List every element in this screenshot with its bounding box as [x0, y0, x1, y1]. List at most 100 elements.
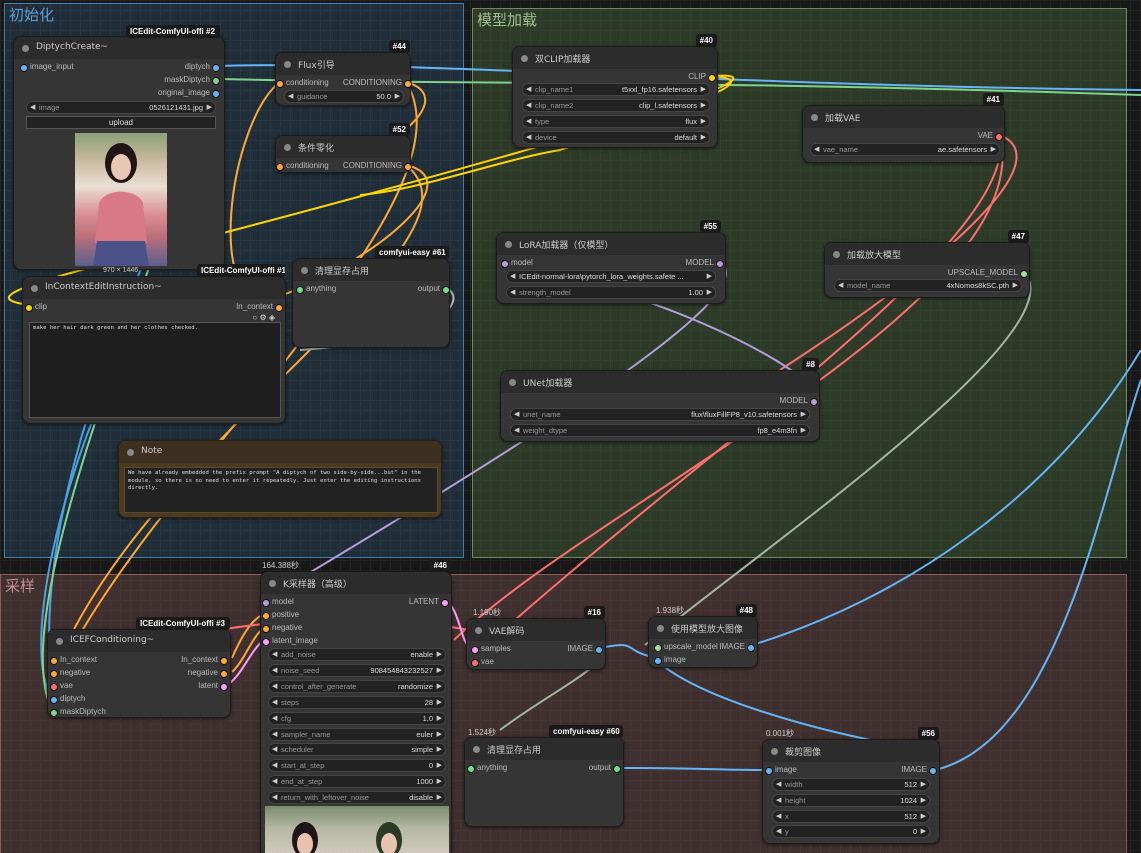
- input-upscale-model[interactable]: upscale_model: [654, 642, 718, 652]
- input-image-input[interactable]: image_input: [20, 62, 74, 72]
- note-text[interactable]: We have already embedded the prefix prom…: [124, 467, 438, 513]
- socket[interactable]: [212, 90, 220, 98]
- output-image[interactable]: IMAGE: [719, 642, 755, 652]
- input-in-context[interactable]: In_context: [50, 655, 97, 665]
- arrow-left-icon[interactable]: ◀: [776, 826, 781, 837]
- socket[interactable]: [501, 260, 509, 268]
- output-model[interactable]: MODEL: [686, 258, 724, 268]
- node-title-bar[interactable]: DiptychCreate~: [14, 37, 224, 59]
- output-image[interactable]: IMAGE: [567, 644, 603, 654]
- node-title-bar[interactable]: 裁剪图像: [763, 740, 939, 762]
- arrow-left-icon[interactable]: ◀: [30, 102, 35, 113]
- socket[interactable]: [220, 683, 228, 691]
- clip-name1-widget[interactable]: ◀ clip_name1 t5xxl_fp16.safetensors ▶: [522, 83, 710, 96]
- socket[interactable]: [995, 133, 1003, 141]
- collapse-dot[interactable]: [31, 285, 38, 292]
- arrow-left-icon[interactable]: ◀: [288, 91, 293, 102]
- arrow-right-icon[interactable]: ▶: [437, 729, 442, 740]
- socket[interactable]: [654, 657, 662, 665]
- arrow-right-icon[interactable]: ▶: [921, 811, 926, 822]
- node-title-bar[interactable]: ICEFConditioning~: [48, 630, 230, 652]
- node-clear-vram-61[interactable]: 清理显存占用 comfyui-easy #61 anything output: [292, 246, 450, 348]
- arrow-right-icon[interactable]: ▶: [701, 84, 706, 95]
- collapse-dot[interactable]: [833, 251, 840, 258]
- collapse-dot[interactable]: [505, 241, 512, 248]
- socket[interactable]: [212, 77, 220, 85]
- arrow-left-icon[interactable]: ◀: [526, 132, 531, 143]
- arrow-right-icon[interactable]: ▶: [437, 697, 442, 708]
- node-title-bar[interactable]: K采样器（高级）: [261, 572, 451, 594]
- output-latent[interactable]: latent: [198, 681, 228, 691]
- node-lora-loader[interactable]: LoRA加载器（仅模型） #55 model MODEL ◀ ICEdit-no…: [496, 220, 726, 304]
- socket[interactable]: [595, 646, 603, 654]
- socket[interactable]: [404, 163, 412, 171]
- arrow-left-icon[interactable]: ◀: [814, 144, 819, 155]
- arrow-left-icon[interactable]: ◀: [510, 271, 515, 282]
- output-original-image[interactable]: original_image: [158, 88, 220, 98]
- socket[interactable]: [50, 683, 58, 691]
- upscale-model-name-widget[interactable]: ◀ model_name 4xNomos8kSC.pth ▶: [834, 279, 1022, 292]
- widget-end-at-step[interactable]: ◀ end_at_step 1000 ▶: [268, 775, 446, 789]
- widget-steps[interactable]: ◀ steps 28 ▶: [268, 695, 446, 709]
- widget-return-with-leftover-noise[interactable]: ◀ return_with_leftover_noise disable ▶: [268, 791, 446, 805]
- input-image[interactable]: image: [654, 655, 686, 665]
- widget-control-after-generate[interactable]: ◀ control_after_generate randomize ▶: [268, 679, 446, 693]
- node-incontext-edit-instruction[interactable]: InContextEditInstruction~ ICEdit-ComfyUI…: [22, 264, 286, 424]
- image-select-widget[interactable]: ◀ image 0526121431.jpg ▶: [26, 101, 216, 114]
- input-conditioning[interactable]: conditioning: [276, 161, 329, 171]
- arrow-right-icon[interactable]: ▶: [395, 91, 400, 102]
- output-model[interactable]: MODEL: [780, 396, 818, 406]
- output-latent[interactable]: LATENT: [409, 597, 449, 607]
- output-conditioning[interactable]: CONDITIONING: [343, 78, 412, 88]
- socket[interactable]: [471, 646, 479, 654]
- node-title-bar[interactable]: 使用模型放大图像: [649, 617, 757, 639]
- instruction-textarea[interactable]: make her hair dark green and her clothes…: [29, 322, 281, 418]
- node-icef-conditioning[interactable]: ICEFConditioning~ ICEdit-ComfyUI-offi #3…: [47, 617, 231, 718]
- node-title-bar[interactable]: Flux引导: [276, 53, 410, 75]
- guidance-widget[interactable]: ◀ guidance 50.0 ▶: [284, 90, 404, 103]
- output-mask-diptych[interactable]: maskDiptych: [164, 75, 220, 85]
- arrow-left-icon[interactable]: ◀: [272, 681, 277, 692]
- arrow-right-icon[interactable]: ▶: [921, 795, 926, 806]
- socket[interactable]: [50, 709, 58, 717]
- socket[interactable]: [50, 657, 58, 665]
- socket[interactable]: [25, 304, 33, 312]
- arrow-left-icon[interactable]: ◀: [526, 100, 531, 111]
- collapse-dot[interactable]: [56, 638, 63, 645]
- collapse-dot[interactable]: [509, 379, 516, 386]
- arrow-right-icon[interactable]: ▶: [437, 681, 442, 692]
- node-conditioning-zero[interactable]: 条件零化 #52 conditioning CONDITIONING: [275, 123, 412, 173]
- collapse-dot[interactable]: [811, 114, 818, 121]
- socket[interactable]: [262, 599, 270, 607]
- collapse-dot[interactable]: [475, 627, 482, 634]
- weight-dtype-widget[interactable]: ◀ weight_dtype fp8_e4m3fn ▶: [510, 424, 810, 437]
- node-load-upscale-model[interactable]: 加载放大模型 #47 UPSCALE_MODEL ◀ model_name 4x…: [824, 230, 1030, 298]
- output-clip[interactable]: CLIP: [688, 72, 716, 82]
- arrow-right-icon[interactable]: ▶: [921, 779, 926, 790]
- input-negative[interactable]: negative: [262, 623, 302, 633]
- output-output[interactable]: output: [418, 284, 450, 294]
- widget-noise-seed[interactable]: ◀ noise_seed 908454843232527 ▶: [268, 663, 446, 677]
- arrow-left-icon[interactable]: ◀: [526, 116, 531, 127]
- node-dual-clip-loader[interactable]: 双CLIP加载器 #40 CLIP ◀ clip_name1 t5xxl_fp1…: [512, 34, 718, 148]
- collapse-dot[interactable]: [657, 625, 664, 632]
- node-title-bar[interactable]: 双CLIP加载器: [513, 47, 717, 69]
- node-flux-guidance[interactable]: Flux引导 #44 conditioning CONDITIONING ◀ g…: [275, 40, 412, 106]
- input-negative[interactable]: negative: [50, 668, 90, 678]
- node-title-bar[interactable]: LoRA加载器（仅模型）: [497, 233, 725, 255]
- type-widget[interactable]: ◀ type flux ▶: [522, 115, 710, 128]
- widget-cfg[interactable]: ◀ cfg 1.0 ▶: [268, 711, 446, 725]
- socket[interactable]: [275, 304, 283, 312]
- widget-x[interactable]: ◀ x 512 ▶: [772, 809, 930, 823]
- socket[interactable]: [262, 638, 270, 646]
- arrow-right-icon[interactable]: ▶: [437, 665, 442, 676]
- socket[interactable]: [276, 163, 284, 171]
- input-diptych[interactable]: diptych: [50, 694, 85, 704]
- output-conditioning[interactable]: CONDITIONING: [343, 161, 412, 171]
- input-conditioning[interactable]: conditioning: [276, 78, 329, 88]
- collapse-dot[interactable]: [301, 267, 308, 274]
- arrow-right-icon[interactable]: ▶: [207, 102, 212, 113]
- socket[interactable]: [404, 80, 412, 88]
- widget-sampler-name[interactable]: ◀ sampler_name euler ▶: [268, 727, 446, 741]
- output-negative[interactable]: negative: [188, 668, 228, 678]
